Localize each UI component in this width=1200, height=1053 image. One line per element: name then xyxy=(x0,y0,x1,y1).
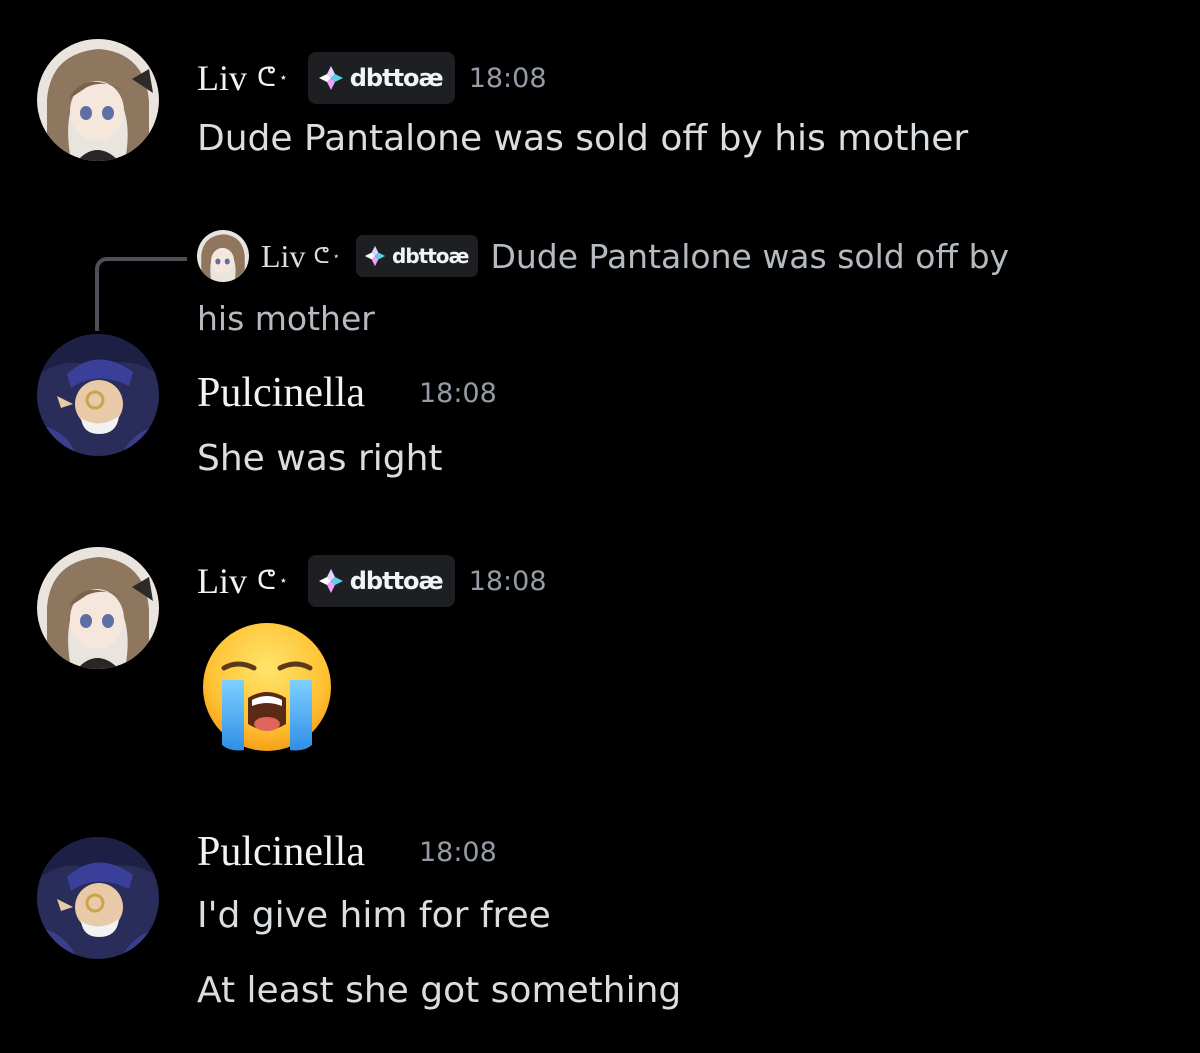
timestamp[interactable]: 18:08 xyxy=(469,566,547,597)
reply-text: Dude Pantalone was sold off by xyxy=(490,236,1010,276)
reply-text-continued: his mother xyxy=(197,299,375,338)
sparkle-diamond-icon xyxy=(318,66,343,90)
timestamp[interactable]: 18:08 xyxy=(469,63,547,94)
sparkle-diamond-icon xyxy=(318,569,343,593)
server-tag-label: dbttoæ xyxy=(349,64,444,92)
loudly-crying-face-icon[interactable] xyxy=(200,620,334,754)
sparkle-diamond-icon xyxy=(364,245,386,267)
reply-name-decoration-star: ⋆ xyxy=(332,249,341,263)
reply-name-decoration: ᕦ xyxy=(313,243,330,269)
name-decoration: ᕦ xyxy=(257,566,276,596)
message-header: Pulcinella 18:08 xyxy=(197,831,497,873)
author-name[interactable]: Pulcinella xyxy=(197,831,365,873)
message-text: At least she got something xyxy=(197,970,682,1011)
name-decoration-star: ⋆ xyxy=(278,573,288,589)
timestamp[interactable]: 18:08 xyxy=(419,378,497,409)
author-name[interactable]: Pulcinella xyxy=(197,372,365,414)
message-header: Liv ᕦ ⋆ dbttoæ 18:08 xyxy=(197,52,547,104)
name-decoration: ᕦ xyxy=(257,63,276,93)
reply-preview[interactable]: Liv ᕦ ⋆ dbttoæ Dude Pantalone was sold o… xyxy=(197,230,1009,282)
reply-connector xyxy=(95,257,187,331)
pulcinella-avatar[interactable] xyxy=(37,837,159,959)
author-name[interactable]: Liv xyxy=(197,60,247,96)
server-tag[interactable]: dbttoæ xyxy=(307,555,455,607)
server-tag-label: dbttoæ xyxy=(349,567,444,595)
server-tag[interactable]: dbttoæ xyxy=(307,52,455,104)
reply-server-tag-label: dbttoæ xyxy=(392,244,469,268)
message-header: Pulcinella 18:08 xyxy=(197,372,497,414)
timestamp[interactable]: 18:08 xyxy=(419,837,497,868)
message-header: Liv ᕦ ⋆ dbttoæ 18:08 xyxy=(197,555,547,607)
liv-avatar[interactable] xyxy=(37,547,159,669)
message-text: She was right xyxy=(197,438,443,479)
author-name[interactable]: Liv xyxy=(197,563,247,599)
liv-avatar[interactable] xyxy=(37,39,159,161)
message-text: I'd give him for free xyxy=(197,895,551,936)
reply-server-tag: dbttoæ xyxy=(356,235,479,277)
reply-author-name: Liv xyxy=(261,237,306,274)
name-decoration-star: ⋆ xyxy=(278,70,288,86)
reply-avatar xyxy=(197,230,249,282)
chat-log: Liv ᕦ ⋆ dbttoæ 18:08 Dude Pantalone was … xyxy=(0,0,1200,1053)
pulcinella-avatar[interactable] xyxy=(37,334,159,456)
message-text: Dude Pantalone was sold off by his mothe… xyxy=(197,118,969,159)
